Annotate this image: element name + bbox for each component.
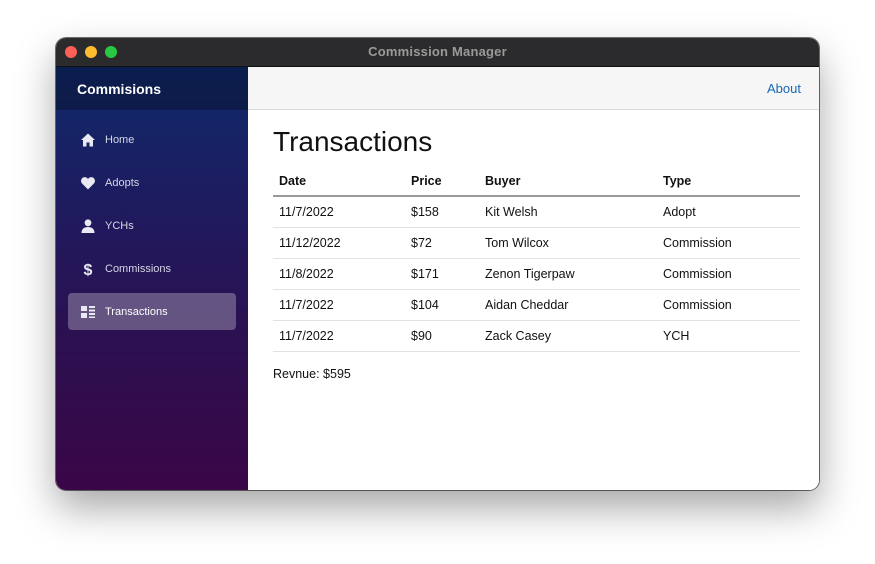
svg-text:$: $ — [84, 262, 93, 277]
cell-price: $158 — [405, 196, 479, 228]
table-header-row: Date Price Buyer Type — [273, 167, 800, 197]
column-header-buyer: Buyer — [479, 167, 657, 197]
person-icon — [80, 218, 96, 234]
about-link[interactable]: About — [767, 81, 801, 96]
sidebar-brand[interactable]: Commisions — [56, 67, 248, 110]
cell-type: Commission — [657, 289, 800, 321]
top-bar: About — [248, 67, 819, 110]
cell-type: Adopt — [657, 196, 800, 228]
sidebar-item-label: YCHs — [105, 219, 134, 232]
sidebar-item-label: Commissions — [105, 262, 172, 275]
cell-buyer: Aidan Cheddar — [479, 289, 657, 321]
cell-buyer: Tom Wilcox — [479, 227, 657, 259]
cell-date: 11/7/2022 — [273, 196, 405, 228]
page-content: Transactions Date Price Buyer Type 11/7/… — [248, 126, 819, 381]
cell-type: Commission — [657, 227, 800, 259]
table-row: 11/7/2022 $158 Kit Welsh Adopt — [273, 196, 800, 228]
revenue-label: Revnue: — [273, 367, 320, 381]
cell-date: 11/12/2022 — [273, 227, 405, 259]
table-row: 11/8/2022 $171 Zenon Tigerpaw Commission — [273, 258, 800, 290]
dollar-icon: $ — [80, 261, 96, 277]
sidebar-item-label: Adopts — [105, 176, 140, 189]
table-row: 11/12/2022 $72 Tom Wilcox Commission — [273, 227, 800, 259]
sidebar-item-home[interactable]: Home — [68, 121, 236, 158]
revenue-total: Revnue: $595 — [273, 367, 801, 381]
sidebar-item-label: Home — [105, 133, 135, 146]
sidebar-item-ychs[interactable]: YCHs — [68, 207, 236, 244]
title-bar: Commission Manager — [56, 38, 819, 67]
sidebar-item-transactions[interactable]: Transactions — [68, 293, 236, 330]
list-icon — [80, 304, 96, 320]
sidebar: Commisions Home Adopts YCHs $ Commission… — [56, 67, 248, 490]
cell-buyer: Zack Casey — [479, 320, 657, 352]
column-header-type: Type — [657, 167, 800, 197]
cell-price: $104 — [405, 289, 479, 321]
column-header-date: Date — [273, 167, 405, 197]
cell-price: $72 — [405, 227, 479, 259]
brand-label: Commisions — [77, 80, 162, 97]
cell-buyer: Zenon Tigerpaw — [479, 258, 657, 290]
sidebar-item-label: Transactions — [105, 305, 168, 318]
transactions-table: Date Price Buyer Type 11/7/2022 $158 Kit… — [273, 167, 800, 352]
cell-date: 11/7/2022 — [273, 289, 405, 321]
revenue-value: $595 — [323, 367, 351, 381]
sidebar-item-commissions[interactable]: $ Commissions — [68, 250, 236, 287]
sidebar-item-adopts[interactable]: Adopts — [68, 164, 236, 201]
cell-buyer: Kit Welsh — [479, 196, 657, 228]
app-window: Commission Manager Commisions Home Adopt… — [56, 38, 819, 490]
page-title: Transactions — [273, 126, 433, 157]
cell-price: $90 — [405, 320, 479, 352]
table-row: 11/7/2022 $104 Aidan Cheddar Commission — [273, 289, 800, 321]
window-title: Commission Manager — [368, 44, 507, 59]
cell-type: Commission — [657, 258, 800, 290]
cell-date: 11/7/2022 — [273, 320, 405, 352]
cell-price: $171 — [405, 258, 479, 290]
main-area: About Transactions Date Price Buyer Type… — [248, 67, 819, 490]
cell-date: 11/8/2022 — [273, 258, 405, 290]
table-row: 11/7/2022 $90 Zack Casey YCH — [273, 320, 800, 352]
home-icon — [80, 132, 96, 148]
column-header-price: Price — [405, 167, 479, 197]
cell-type: YCH — [657, 320, 800, 352]
heart-icon — [80, 175, 96, 191]
